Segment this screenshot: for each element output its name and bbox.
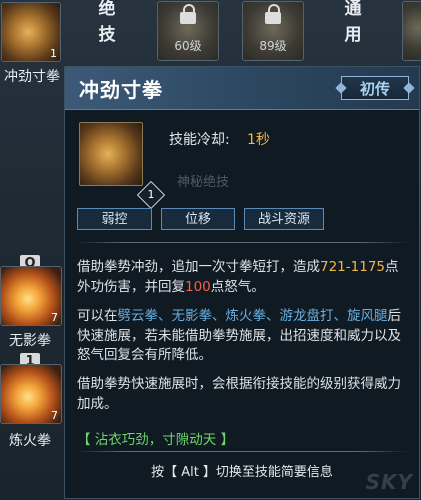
divider	[75, 242, 409, 243]
description-p2: 可以在劈云拳、无影拳、炼火拳、游龙盘打、旋风腿后快速施展，若未能借助拳势施展，出…	[77, 308, 401, 363]
watermark: SKY	[365, 470, 413, 494]
skill-title: 冲劲寸拳	[79, 78, 163, 102]
cooldown-label: 技能冷却:	[169, 132, 230, 148]
skill-slot-lianhuoquan[interactable]: 7	[0, 364, 62, 424]
skill-tooltip: 冲劲寸拳 初传 1 技能冷却: 1秒 神秘绝技 弱控 位移 战斗资源 借助拳势冲…	[64, 66, 420, 499]
category-jueji: 绝技	[98, 0, 116, 45]
lock-icon	[265, 4, 281, 24]
locked-skill-slot-2[interactable]: 89级	[242, 1, 304, 61]
description-p3: 借助拳势快速施展时，会根据衔接技能的级别获得威力加成。	[77, 376, 401, 412]
tooltip-header: 冲劲寸拳 初传	[65, 67, 419, 110]
skill-level: 1	[147, 188, 155, 201]
top-skill-label: 冲劲寸拳	[4, 69, 60, 85]
divider	[75, 451, 409, 452]
skill-slot-wuyingquan[interactable]: 7	[0, 266, 62, 326]
top-skill-slot[interactable]: 1	[1, 2, 61, 62]
skill-quote: 【 沾衣巧劲，寸隙动天 】	[77, 432, 235, 448]
locked-skill-slot-1[interactable]: 60级	[157, 1, 219, 61]
ghost-text: 神秘绝技	[177, 175, 230, 190]
description-p1: 借助拳势冲劲，追加一次寸拳短打，造成721-1175点外功伤害，并回复100点怒…	[77, 259, 399, 295]
skill-label-lianhuoquan: 炼火拳	[9, 433, 51, 449]
slot-count: 1	[50, 47, 57, 60]
category-tongyong: 通用	[344, 0, 362, 45]
rank-badge: 初传	[341, 76, 409, 100]
skill-label-wuyingquan: 无影拳	[9, 333, 51, 349]
unlock-level: 89级	[259, 39, 287, 53]
lock-icon	[180, 4, 196, 24]
cooldown-value: 1秒	[247, 132, 270, 148]
slot-count: 7	[51, 311, 58, 324]
partial-skill-slot[interactable]	[402, 1, 421, 61]
slot-count: 7	[51, 409, 58, 422]
tag-zhandouziyuan: 战斗资源	[244, 208, 324, 230]
skill-icon	[79, 122, 143, 186]
unlock-level: 60级	[174, 39, 202, 53]
tag-weiyi: 位移	[161, 208, 235, 230]
tag-ruokong: 弱控	[77, 208, 152, 230]
